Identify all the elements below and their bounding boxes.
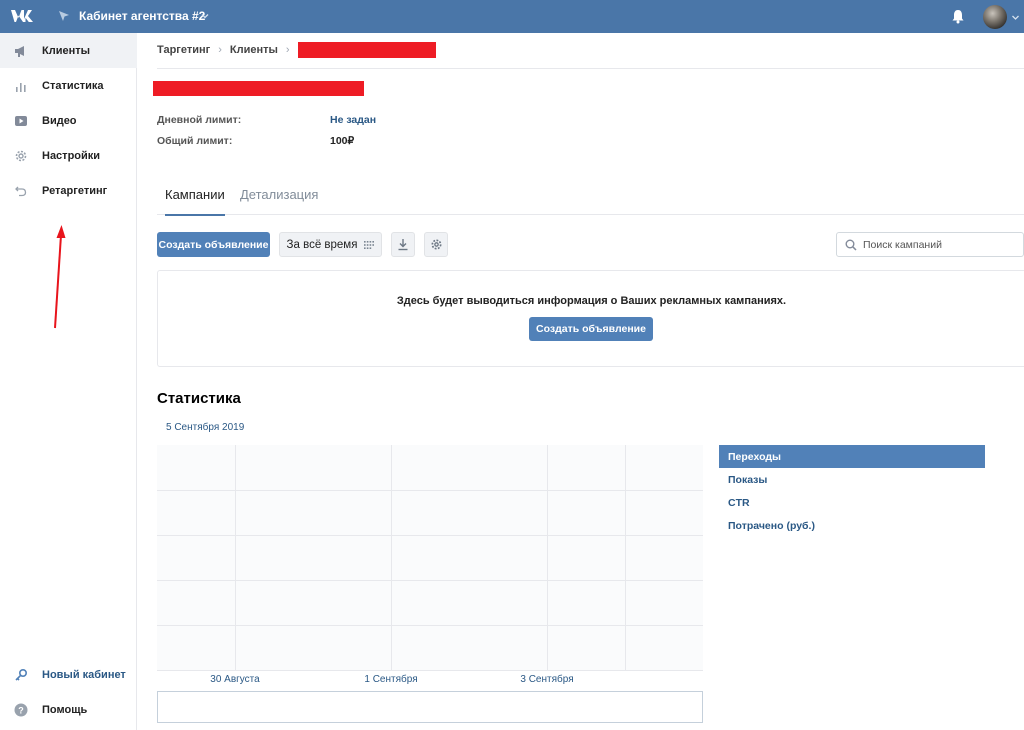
megaphone-icon [15, 45, 24, 57]
breadcrumb-targeting[interactable]: Таргетинг [157, 44, 210, 56]
search-campaigns [836, 232, 1024, 257]
tabs: Кампании Детализация [157, 181, 1024, 216]
gear-icon [430, 239, 442, 250]
search-input[interactable] [863, 236, 1018, 254]
sidebar-item-help[interactable]: ? Помощь [0, 692, 137, 727]
video-icon [15, 115, 27, 126]
chart-plot-area [157, 445, 703, 670]
total-limit-value: 100₽ [330, 135, 355, 147]
undo-arrow-icon [15, 186, 27, 196]
legend-item-impressions[interactable]: Показы [719, 468, 985, 491]
sidebar-item-label: Новый кабинет [42, 668, 126, 681]
period-button[interactable]: За всё время [279, 232, 382, 257]
period-label: За всё время [286, 238, 358, 251]
daily-limit-label: Дневной лимит: [157, 114, 242, 126]
sidebar-item-label: Помощь [42, 703, 88, 716]
search-icon [845, 239, 857, 251]
red-arrow-annotation [54, 225, 66, 329]
sidebar-item-settings[interactable]: Настройки [0, 138, 137, 173]
statistics-date[interactable]: 5 Сентября 2019 [166, 422, 244, 433]
sidebar-item-label: Ретаргетинг [42, 184, 108, 197]
breadcrumb-separator: › [285, 44, 290, 56]
sidebar-item-video[interactable]: Видео [0, 103, 137, 138]
tab-campaigns[interactable]: Кампании [165, 187, 225, 216]
empty-campaigns-panel: Здесь будет выводиться информация о Ваши… [157, 270, 1024, 367]
vk-logo-icon[interactable] [10, 7, 36, 25]
redacted-page-title [153, 81, 364, 96]
cabinet-title[interactable]: Кабинет агентства #2 [79, 9, 205, 23]
statistics-title: Статистика [157, 390, 241, 407]
divider [157, 68, 1024, 69]
download-button[interactable] [391, 232, 415, 257]
bell-icon[interactable] [951, 9, 965, 24]
sidebar-item-statistics[interactable]: Статистика [0, 68, 137, 103]
bar-chart-icon [16, 82, 26, 92]
legend-item-clicks[interactable]: Переходы [719, 445, 985, 468]
chart-x-tick-label: 30 Августа [210, 674, 260, 685]
chevron-down-icon[interactable] [200, 11, 210, 21]
calendar-grid-icon [364, 240, 375, 249]
breadcrumb-clients[interactable]: Клиенты [230, 44, 278, 56]
svg-text:?: ? [18, 705, 24, 715]
sidebar-item-label: Статистика [42, 79, 104, 92]
top-bar: Кабинет агентства #2 [0, 0, 1024, 33]
sidebar-item-label: Видео [42, 114, 77, 127]
daily-limit-value[interactable]: Не задан [330, 114, 530, 126]
gear-icon [15, 150, 27, 161]
create-ad-button-empty[interactable]: Создать объявление [529, 317, 653, 341]
sidebar-item-label: Клиенты [42, 44, 91, 57]
create-ad-button[interactable]: Создать объявление [157, 232, 270, 257]
help-icon: ? [14, 703, 28, 716]
sidebar-item-label: Настройки [42, 149, 101, 162]
settings-button[interactable] [424, 232, 448, 257]
redacted-client-name [297, 42, 436, 58]
chart-range-navigator [157, 691, 703, 723]
sidebar-item-retargeting[interactable]: Ретаргетинг [0, 173, 137, 208]
legend-item-ctr[interactable]: CTR [719, 491, 985, 514]
sidebar: Клиенты Статистика Видео Настройки Ретар… [0, 33, 137, 730]
sidebar-item-clients[interactable]: Клиенты [0, 33, 137, 68]
legend-item-spent[interactable]: Потрачено (руб.) [719, 514, 985, 537]
main-content: Таргетинг › Клиенты › Дневной лимит: Не … [137, 33, 1024, 730]
download-icon [398, 239, 408, 251]
key-icon [15, 668, 28, 681]
statistics-chart: 30 Августа 1 Сентября 3 Сентября [157, 445, 703, 723]
breadcrumb: Таргетинг › Клиенты › [157, 42, 436, 58]
chart-x-tick-label: 3 Сентября [520, 673, 573, 685]
chart-x-tick-label: 1 Сентября [364, 673, 417, 685]
empty-state-message: Здесь будет выводиться информация о Ваши… [396, 295, 787, 307]
breadcrumb-separator: › [218, 44, 222, 56]
sidebar-item-new-cabinet[interactable]: Новый кабинет [0, 657, 137, 692]
tab-details[interactable]: Детализация [240, 187, 318, 214]
total-limit-label: Общий лимит: [157, 135, 233, 147]
chevron-down-icon[interactable] [1011, 13, 1020, 22]
cursor-icon [59, 11, 69, 21]
avatar[interactable] [983, 5, 1007, 29]
chart-legend: Переходы Показы CTR Потрачено (руб.) [719, 445, 985, 537]
